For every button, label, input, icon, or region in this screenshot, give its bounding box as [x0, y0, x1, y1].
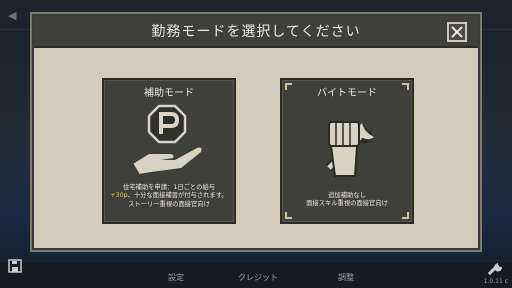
fist-wrench-icon [325, 121, 374, 177]
mode-card-support[interactable]: 補助モード 住宅補助を申請：1日ごとの給与 +30p、十分な面接補習が付与されま… [102, 78, 236, 224]
mode-select-dialog: 勤務モードを選択してください 補助モード 住宅補助を申請：1日ごとの給与 +30… [32, 14, 480, 250]
parking-hand-icon [132, 104, 202, 175]
close-button[interactable] [447, 22, 467, 42]
desc-line-2: +30p、十分な面接補習が付与されます。 [108, 192, 230, 200]
mode-description: 住宅補助を申請：1日ごとの給与 +30p、十分な面接補習が付与されます。 ストー… [108, 184, 230, 209]
dialog-title: 勤務モードを選択してください [151, 24, 361, 40]
bg-menu-credits[interactable]: クレジット [238, 272, 278, 283]
desc-line-2-rest: 、十分な面接補習が付与されます。 [127, 192, 228, 200]
desc-line-2: 面接スキル重視の面接官向け [306, 200, 388, 208]
desc-line-3: ストーリー重視の面接官向け [128, 200, 210, 208]
mode-card-part-time[interactable]: バイトモード 追加補助なし 面接スキル重視の面接官向け [280, 78, 414, 224]
selection-corner [285, 212, 292, 219]
save-icon[interactable] [7, 258, 23, 274]
mode-title: バイトモード [317, 88, 377, 99]
version-label: 1.0.11 c [483, 278, 508, 285]
mode-title: 補助モード [144, 88, 194, 99]
bg-menu-settings[interactable]: 設定 [168, 272, 184, 283]
bg-menu-adjust[interactable]: 調整 [338, 272, 354, 283]
selection-corner [402, 212, 409, 219]
game-screen: ◀ 設定 クレジット 調整 1.0.11 c 勤務モードを選択してください 補助… [0, 0, 512, 288]
close-icon [451, 26, 463, 38]
back-icon: ◀ [8, 9, 17, 22]
dialog-header: 勤務モードを選択してください [34, 16, 478, 48]
wrench-icon[interactable] [487, 258, 505, 276]
mode-description: 追加補助なし 面接スキル重視の面接官向け [286, 192, 408, 209]
salary-bonus: +30p [110, 192, 128, 200]
